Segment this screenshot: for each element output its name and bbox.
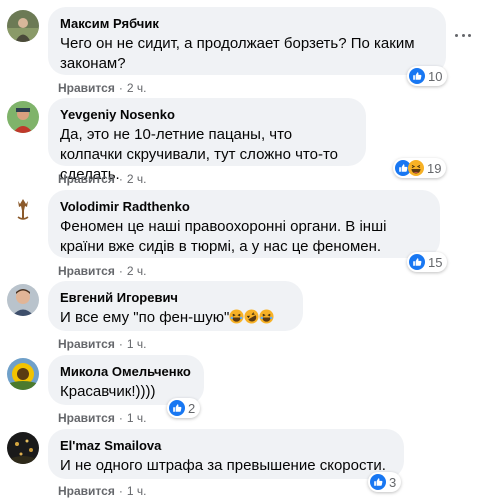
like-reaction-icon <box>169 400 185 416</box>
reactions-summary[interactable]: 2 <box>167 398 201 418</box>
comment-actions: Нравится · 1 ч. <box>58 484 146 498</box>
comment-text: И не одного штрафа за превышение скорост… <box>60 457 386 474</box>
comment-author[interactable]: Максим Рябчик <box>60 15 434 32</box>
like-button[interactable]: Нравится <box>58 81 115 95</box>
comment-timestamp[interactable]: 2 ч. <box>127 81 147 95</box>
comment-author[interactable]: Yevgeniy Nosenko <box>60 106 354 123</box>
separator-dot: · <box>118 411 123 425</box>
like-button[interactable]: Нравится <box>58 484 115 498</box>
comment-author[interactable]: Volodimir Radthenko <box>60 198 428 215</box>
reaction-icons <box>395 160 424 176</box>
reaction-count: 15 <box>428 254 443 270</box>
reaction-icons <box>409 68 425 84</box>
reaction-icons <box>370 474 386 490</box>
rolling-laughing-emoji-icon <box>244 309 259 324</box>
reactions-summary[interactable]: 15 <box>407 252 448 272</box>
separator-dot: · <box>118 81 123 95</box>
like-reaction-icon <box>370 474 386 490</box>
comment-actions: Нравится · 2 ч. <box>58 172 146 186</box>
laughing-emoji-icon <box>229 309 244 324</box>
comment-timestamp[interactable]: 2 ч. <box>127 172 147 186</box>
like-button[interactable]: Нравится <box>58 264 115 278</box>
comment-text: И все ему "по фен-шую" <box>60 309 230 326</box>
avatar[interactable] <box>7 432 39 464</box>
like-button[interactable]: Нравится <box>58 337 115 351</box>
comment-author[interactable]: Микола Омельченко <box>60 363 192 380</box>
comment-actions: Нравится · 1 ч. <box>58 337 146 351</box>
more-options-icon[interactable] <box>455 32 471 38</box>
reactions-summary[interactable]: 10 <box>407 66 448 86</box>
haha-reaction-icon <box>408 160 424 176</box>
separator-dot: · <box>118 337 123 351</box>
comment-bubble: Евгений Игоревич И все ему "по фен-шую" <box>48 281 303 331</box>
comment-actions: Нравится · 2 ч. <box>58 81 146 95</box>
more-dot <box>455 33 458 37</box>
comment-text: Феномен це наші правоохоронні органи. В … <box>60 218 387 255</box>
comment-timestamp[interactable]: 1 ч. <box>127 484 147 498</box>
reaction-icons <box>409 254 425 270</box>
separator-dot: · <box>118 172 123 186</box>
avatar[interactable] <box>7 101 39 133</box>
comment-bubble: Yevgeniy Nosenko Да, это не 10-летние па… <box>48 98 366 183</box>
avatar[interactable] <box>7 284 39 316</box>
comment-actions: Нравится · 1 ч. <box>58 411 146 425</box>
avatar[interactable] <box>7 358 39 390</box>
reaction-count: 10 <box>428 68 443 84</box>
comment-timestamp[interactable]: 1 ч. <box>127 411 147 425</box>
comment-timestamp[interactable]: 1 ч. <box>127 337 147 351</box>
comment-timestamp[interactable]: 2 ч. <box>127 264 147 278</box>
comment-text: Чего он не сидит, а продолжает борзеть? … <box>60 35 415 72</box>
reaction-count: 2 <box>188 400 196 416</box>
like-reaction-icon <box>409 68 425 84</box>
reactions-summary[interactable]: 19 <box>393 158 447 178</box>
separator-dot: · <box>118 484 123 498</box>
like-button[interactable]: Нравится <box>58 411 115 425</box>
comment-author[interactable]: Евгений Игоревич <box>60 289 291 306</box>
avatar[interactable] <box>7 10 39 42</box>
more-dot <box>468 33 471 37</box>
comment-actions: Нравится · 2 ч. <box>58 264 146 278</box>
like-reaction-icon <box>409 254 425 270</box>
comment-author[interactable]: El'maz Smailova <box>60 437 392 454</box>
laughing-emoji-icon <box>259 309 274 324</box>
reaction-count: 3 <box>389 474 397 490</box>
reaction-count: 19 <box>427 160 442 176</box>
separator-dot: · <box>118 264 123 278</box>
more-dot <box>461 33 465 37</box>
reaction-icons <box>169 400 185 416</box>
avatar[interactable] <box>7 193 39 225</box>
comment-bubble: El'maz Smailova И не одного штрафа за пр… <box>48 429 404 479</box>
comment-bubble: Максим Рябчик Чего он не сидит, а продол… <box>48 7 446 75</box>
comment-text-line: И все ему "по фен-шую" <box>60 308 291 328</box>
comment-bubble: Volodimir Radthenko Феномен це наші прав… <box>48 190 440 258</box>
reactions-summary[interactable]: 3 <box>368 472 402 492</box>
like-button[interactable]: Нравится <box>58 172 115 186</box>
